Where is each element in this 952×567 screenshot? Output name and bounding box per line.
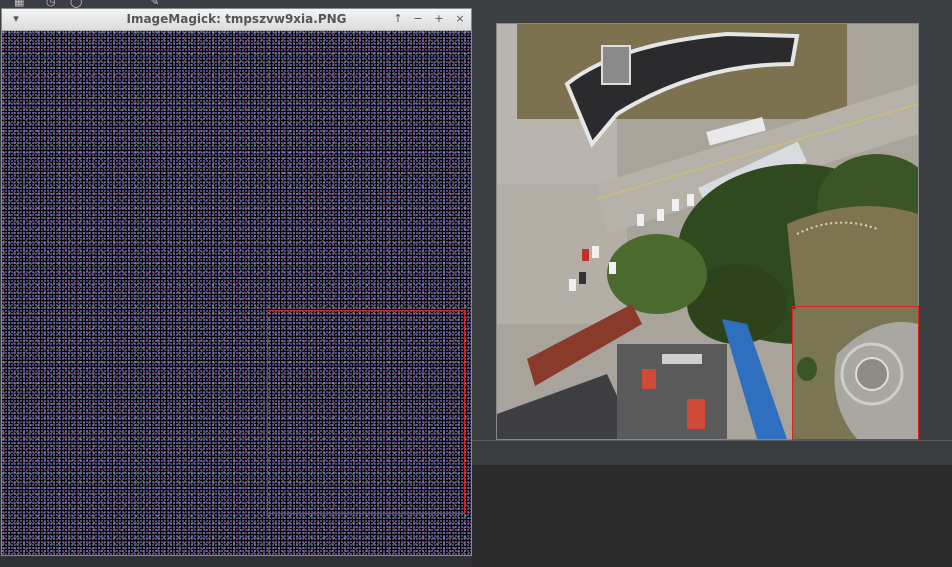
desktop-panel-lower xyxy=(472,465,952,567)
grid-icon[interactable]: ▦ xyxy=(14,0,24,8)
desktop-panel xyxy=(472,441,952,465)
selection-box-right xyxy=(792,306,919,440)
window-titlebar[interactable]: ▾ ImageMagick: tmpszvw9xia.PNG ↑ − + × xyxy=(2,9,471,31)
pen-icon[interactable]: ✎ xyxy=(150,0,159,8)
maximize-button[interactable]: + xyxy=(431,11,447,27)
top-toolbar-strip: ▦ ◷ ◯ ✎ xyxy=(0,0,180,8)
minimize-button[interactable]: − xyxy=(410,11,426,27)
selection-box-left xyxy=(267,310,465,514)
search-icon[interactable]: ◯ xyxy=(70,0,82,8)
close-button[interactable]: × xyxy=(452,11,468,27)
move-up-button[interactable]: ↑ xyxy=(390,11,406,27)
clock-icon[interactable]: ◷ xyxy=(46,0,56,8)
